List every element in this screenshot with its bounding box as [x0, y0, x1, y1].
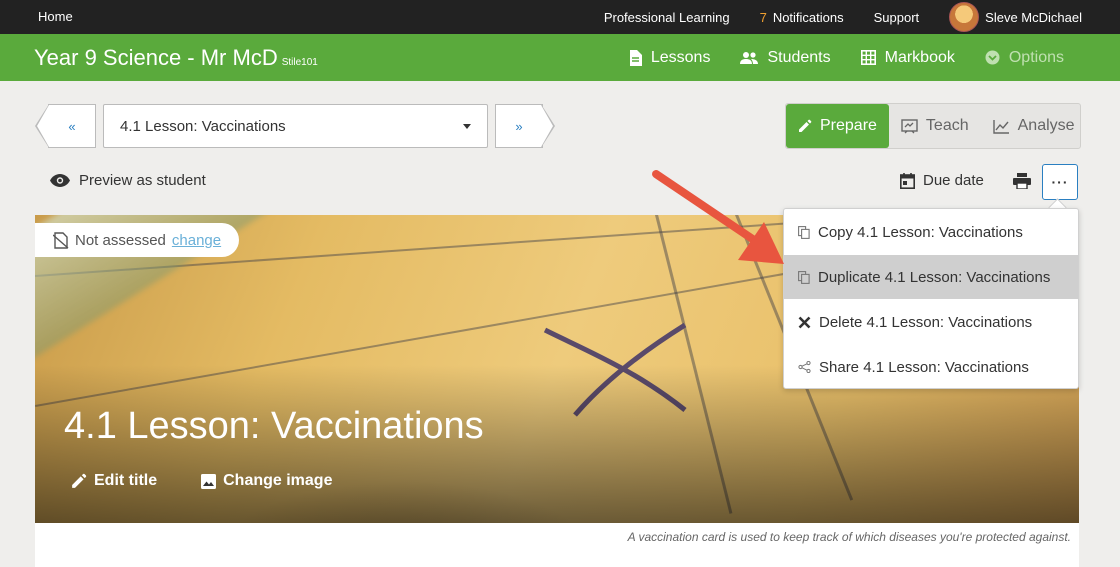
menu-duplicate-label: Duplicate 4.1 Lesson: Vaccinations [818, 268, 1051, 286]
notifications-label: Notifications [772, 9, 844, 25]
lesson-select[interactable]: 4.1 Lesson: Vaccinations [103, 104, 488, 148]
image-caption: A vaccination card is used to keep track… [627, 530, 1071, 544]
edit-title-label: Edit title [94, 472, 158, 489]
menu-duplicate-lesson[interactable]: Duplicate 4.1 Lesson: Vaccinations [784, 255, 1078, 299]
prev-arrow-fill [37, 105, 49, 147]
caret-down-icon [463, 124, 471, 129]
next-lesson-button[interactable]: » [495, 104, 543, 148]
support-link[interactable]: Support [874, 10, 920, 25]
nav-lessons-label: Lessons [650, 48, 711, 66]
home-link[interactable]: Home [38, 9, 73, 24]
copy-icon [798, 225, 810, 239]
nav-lessons[interactable]: Lessons [629, 48, 711, 67]
menu-delete-label: Delete 4.1 Lesson: Vaccinations [819, 313, 1033, 331]
grid-icon [860, 50, 876, 65]
menu-share-label: Share 4.1 Lesson: Vaccinations [819, 358, 1029, 376]
notifications-link[interactable]: 7 Notifications [760, 10, 844, 25]
nav-options[interactable]: Options [985, 49, 1064, 67]
menu-share-lesson[interactable]: Share 4.1 Lesson: Vaccinations [784, 345, 1078, 389]
lesson-select-value: 4.1 Lesson: Vaccinations [120, 118, 286, 135]
class-header: Year 9 Science - Mr McD Stile101 Lessons … [0, 34, 1120, 81]
edit-title-button[interactable]: Edit title [71, 472, 157, 490]
lesson-title: 4.1 Lesson: Vaccinations [64, 405, 484, 447]
pencil-icon [799, 119, 812, 132]
mode-analyse[interactable]: Analyse [981, 104, 1087, 148]
print-icon[interactable] [1013, 173, 1031, 189]
people-icon [740, 51, 759, 64]
user-menu[interactable]: Sleve McDichael [949, 2, 1082, 32]
professional-learning-link[interactable]: Professional Learning [604, 10, 730, 25]
mode-prepare[interactable]: Prepare [786, 104, 889, 148]
menu-copy-label: Copy 4.1 Lesson: Vaccinations [818, 223, 1023, 241]
due-date-button[interactable]: Due date [900, 172, 984, 189]
mode-analyse-label: Analyse [1017, 117, 1075, 134]
document-icon [629, 49, 642, 66]
due-date-label: Due date [923, 172, 984, 189]
image-icon [201, 473, 217, 489]
mode-prepare-label: Prepare [820, 117, 877, 134]
not-assessed-icon [53, 231, 69, 249]
annotation-arrow-icon [652, 170, 784, 264]
top-bar: Home Professional Learning 7 Notificatio… [0, 0, 1120, 34]
nav-options-label: Options [1008, 48, 1064, 66]
menu-copy-lesson[interactable]: Copy 4.1 Lesson: Vaccinations [784, 210, 1078, 254]
mode-teach[interactable]: Teach [889, 104, 981, 148]
assessment-badge: Not assessed change [35, 223, 240, 257]
avatar [949, 2, 980, 32]
mode-switch: Prepare Teach Analyse [785, 103, 1081, 149]
preview-as-student-button[interactable]: Preview as student [50, 172, 206, 189]
line-chart-icon [992, 119, 1009, 134]
prev-lesson-button[interactable]: « [48, 104, 96, 148]
chevron-circle-icon [985, 50, 1000, 65]
share-icon [798, 361, 811, 373]
change-image-button[interactable]: Change image [201, 472, 332, 490]
assessment-status: Not assessed [75, 231, 166, 249]
pencil-icon [72, 473, 87, 488]
nav-students-label: Students [767, 48, 831, 66]
mode-teach-label: Teach [925, 117, 969, 134]
class-code: Stile101 [281, 57, 318, 68]
nav-markbook[interactable]: Markbook [860, 48, 955, 67]
duplicate-icon [798, 270, 810, 284]
change-assessment-link[interactable]: change [172, 232, 221, 249]
more-options-button[interactable]: ··· [1042, 164, 1078, 200]
calendar-icon [900, 172, 915, 189]
more-options-menu: Copy 4.1 Lesson: Vaccinations Duplicate … [783, 208, 1079, 389]
preview-label: Preview as student [79, 172, 206, 189]
close-icon [798, 316, 811, 328]
next-arrow-fill [541, 105, 553, 147]
nav-markbook-label: Markbook [884, 48, 955, 66]
eye-icon [50, 174, 70, 187]
whiteboard-icon [901, 118, 918, 133]
class-name: Year 9 Science - Mr McD [34, 45, 278, 70]
image-caption-area: A vaccination card is used to keep track… [35, 523, 1079, 567]
user-name: Sleve McDichael [985, 9, 1082, 25]
class-title: Year 9 Science - Mr McD Stile101 [34, 45, 318, 71]
menu-delete-lesson[interactable]: Delete 4.1 Lesson: Vaccinations [784, 300, 1078, 344]
change-image-label: Change image [223, 472, 333, 489]
notifications-count: 7 [759, 9, 767, 25]
nav-students[interactable]: Students [740, 48, 831, 67]
